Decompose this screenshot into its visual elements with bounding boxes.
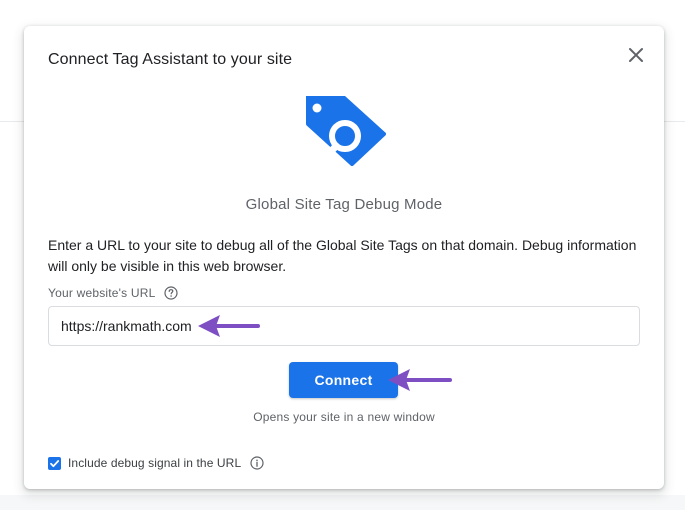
connect-hint: Opens your site in a new window (253, 410, 435, 424)
background-footer (0, 495, 685, 510)
url-label-row: Your website's URL (48, 286, 178, 300)
mode-subtitle: Global Site Tag Debug Mode (245, 196, 443, 213)
debug-signal-row: Include debug signal in the URL (48, 456, 264, 470)
url-label: Your website's URL (48, 286, 156, 300)
url-input[interactable]: https://rankmath.com (48, 306, 640, 346)
connect-dialog: Connect Tag Assistant to your site Globa… (24, 26, 664, 489)
debug-signal-label: Include debug signal in the URL (68, 456, 242, 470)
connect-button[interactable]: Connect (289, 362, 398, 398)
close-icon[interactable] (624, 43, 648, 67)
info-icon[interactable] (250, 456, 264, 470)
annotation-arrow-url (198, 315, 260, 337)
description-text: Enter a URL to your site to debug all of… (48, 237, 637, 274)
annotation-arrow-connect (388, 369, 452, 391)
dialog-title: Connect Tag Assistant to your site (48, 51, 293, 68)
debug-signal-checkbox[interactable] (48, 456, 61, 470)
help-circle-icon[interactable] (163, 286, 178, 300)
tag-search-icon (302, 94, 386, 166)
